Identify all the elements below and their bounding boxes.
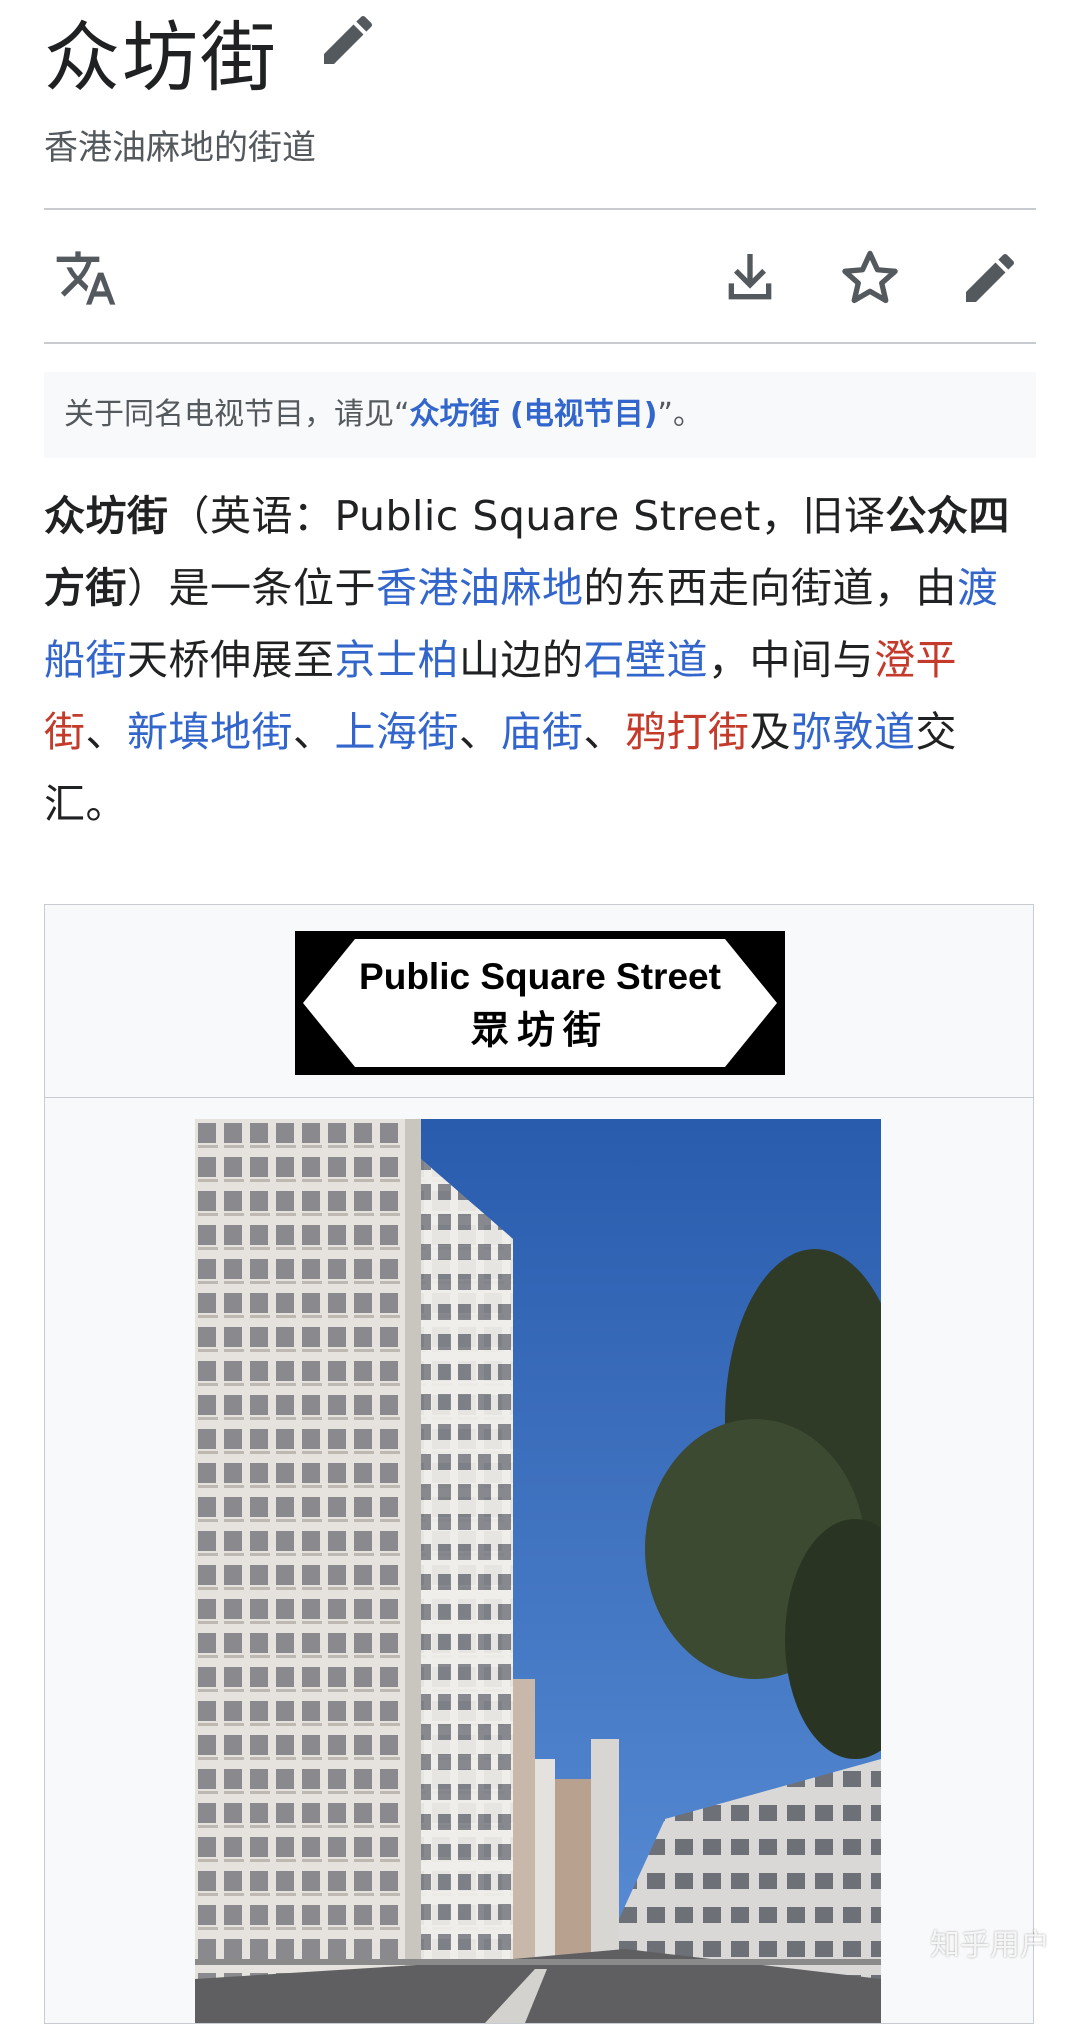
link-temple-street[interactable]: 庙街 [501, 708, 584, 756]
lead-paragraph: 众坊街（英语：Public Square Street，旧译公众四方街）是一条位… [44, 480, 1036, 840]
sign-line-2: 眾坊街 [471, 1008, 609, 1052]
lead-text: 山边的 [459, 636, 584, 684]
divider [44, 342, 1036, 344]
link-kings-park[interactable]: 京士柏 [335, 636, 460, 684]
sign-line-1: Public Square Street [359, 956, 721, 997]
link-nathan-road[interactable]: 弥敦道 [791, 708, 916, 756]
download-icon[interactable] [718, 246, 782, 310]
lead-text: （英语：Public Square Street，旧译 [168, 492, 886, 540]
lead-text: 天桥伸展至 [127, 636, 335, 684]
link-shanghai-street[interactable]: 上海街 [335, 708, 460, 756]
pencil-icon[interactable] [958, 246, 1022, 310]
lead-text: 、 [459, 708, 501, 756]
translate-icon[interactable] [54, 246, 118, 310]
link-wylie-road[interactable]: 石壁道 [584, 636, 709, 684]
lead-term: 众坊街 [44, 492, 169, 540]
page-subtitle: 香港油麻地的街道 [44, 128, 316, 168]
page-title: 众坊街 [44, 13, 278, 102]
article: 众坊街 香港油麻地的街道 关于同名电视节目，请见“众坊街 (电视节目)”。 众坊… [44, 0, 1036, 2024]
lead-text: 及 [749, 708, 791, 756]
lead-text: 的东西走向街道，由 [583, 564, 957, 612]
street-photo[interactable] [195, 1119, 881, 2023]
pencil-icon[interactable] [316, 8, 380, 72]
infobox-sign-row: Public Square Street 眾坊街 [45, 905, 1033, 1098]
star-icon[interactable] [838, 246, 902, 310]
hatnote: 关于同名电视节目，请见“众坊街 (电视节目)”。 [44, 372, 1036, 458]
lead-text: 、 [583, 708, 625, 756]
watermark: 知乎用户 [930, 1928, 1050, 1963]
link-reclamation-street[interactable]: 新填地街 [127, 708, 293, 756]
lead-text: 、 [85, 708, 127, 756]
lead-text: ，中间与 [708, 636, 874, 684]
hatnote-prefix: 关于同名电视节目，请见“ [64, 397, 410, 432]
street-sign-image[interactable]: Public Square Street 眾坊街 [295, 931, 785, 1075]
hatnote-link[interactable]: 众坊街 (电视节目) [410, 397, 658, 432]
hatnote-suffix: ”。 [657, 397, 703, 432]
lead-text: 、 [293, 708, 335, 756]
redlink-battery-street[interactable]: 鸦打街 [625, 708, 750, 756]
infobox: Public Square Street 眾坊街 [44, 904, 1034, 2024]
lead-text: ）是一条位于 [127, 564, 376, 612]
link-yau-ma-tei[interactable]: 香港油麻地 [376, 564, 584, 612]
title-row: 众坊街 [44, 0, 1036, 120]
page-actions-toolbar [44, 210, 1036, 342]
